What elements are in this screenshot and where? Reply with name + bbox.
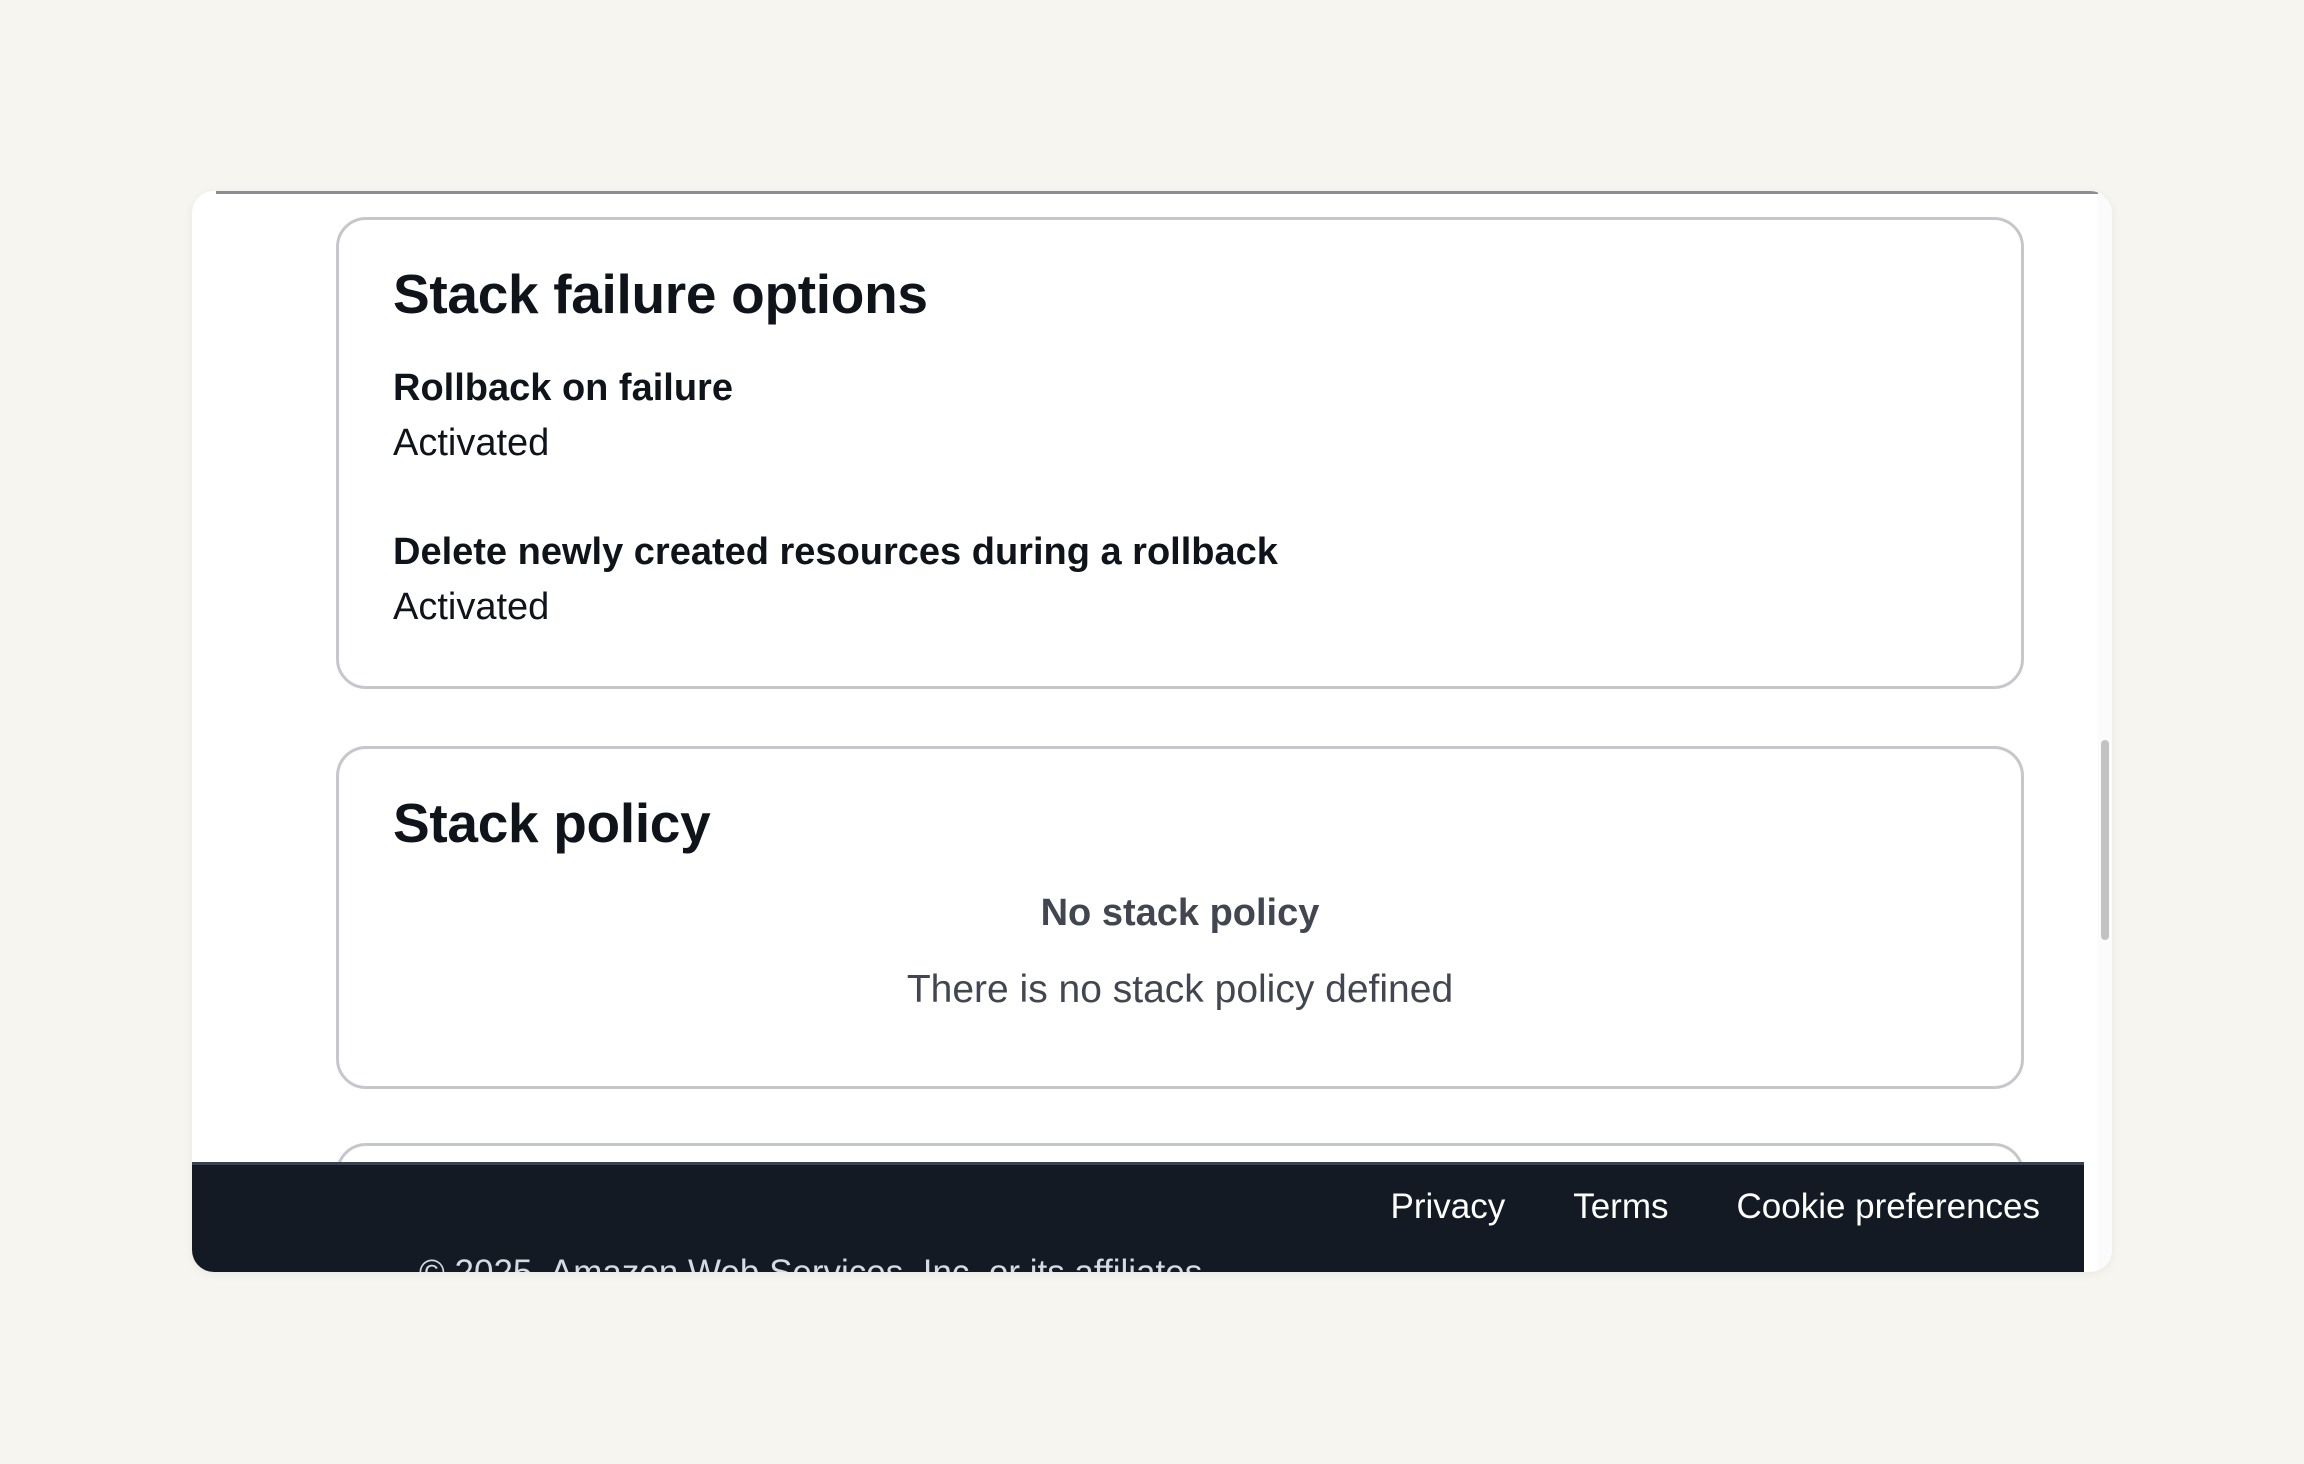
stack-failure-options-title: Stack failure options — [393, 263, 928, 325]
terms-link[interactable]: Terms — [1573, 1187, 1668, 1227]
privacy-link[interactable]: Privacy — [1390, 1187, 1505, 1227]
vertical-scrollbar[interactable] — [2098, 191, 2112, 1272]
no-stack-policy-heading: No stack policy — [1040, 892, 1320, 934]
footer-links: Privacy Terms Cookie preferences — [1390, 1187, 2040, 1227]
copyright-text: © 2025, Amazon Web Services, Inc. or its… — [419, 1253, 1212, 1272]
delete-resources-label: Delete newly created resources during a … — [393, 531, 1278, 573]
rollback-on-failure-value: Activated — [393, 422, 550, 464]
cookie-preferences-link[interactable]: Cookie preferences — [1737, 1187, 2041, 1227]
stack-failure-options-card: Stack failure options Rollback on failur… — [336, 217, 2024, 689]
page-footer: Privacy Terms Cookie preferences © 2025,… — [192, 1162, 2084, 1272]
scrollbar-thumb[interactable] — [2101, 740, 2109, 940]
delete-resources-value: Activated — [393, 586, 550, 628]
stack-policy-card: Stack policy No stack policy There is no… — [336, 746, 2024, 1089]
browser-window: Stack failure options Rollback on failur… — [192, 191, 2112, 1272]
main-content: Stack failure options Rollback on failur… — [192, 191, 2098, 1272]
stack-policy-title: Stack policy — [393, 792, 711, 854]
rollback-on-failure-label: Rollback on failure — [393, 367, 733, 409]
no-stack-policy-description: There is no stack policy defined — [906, 968, 1454, 1011]
